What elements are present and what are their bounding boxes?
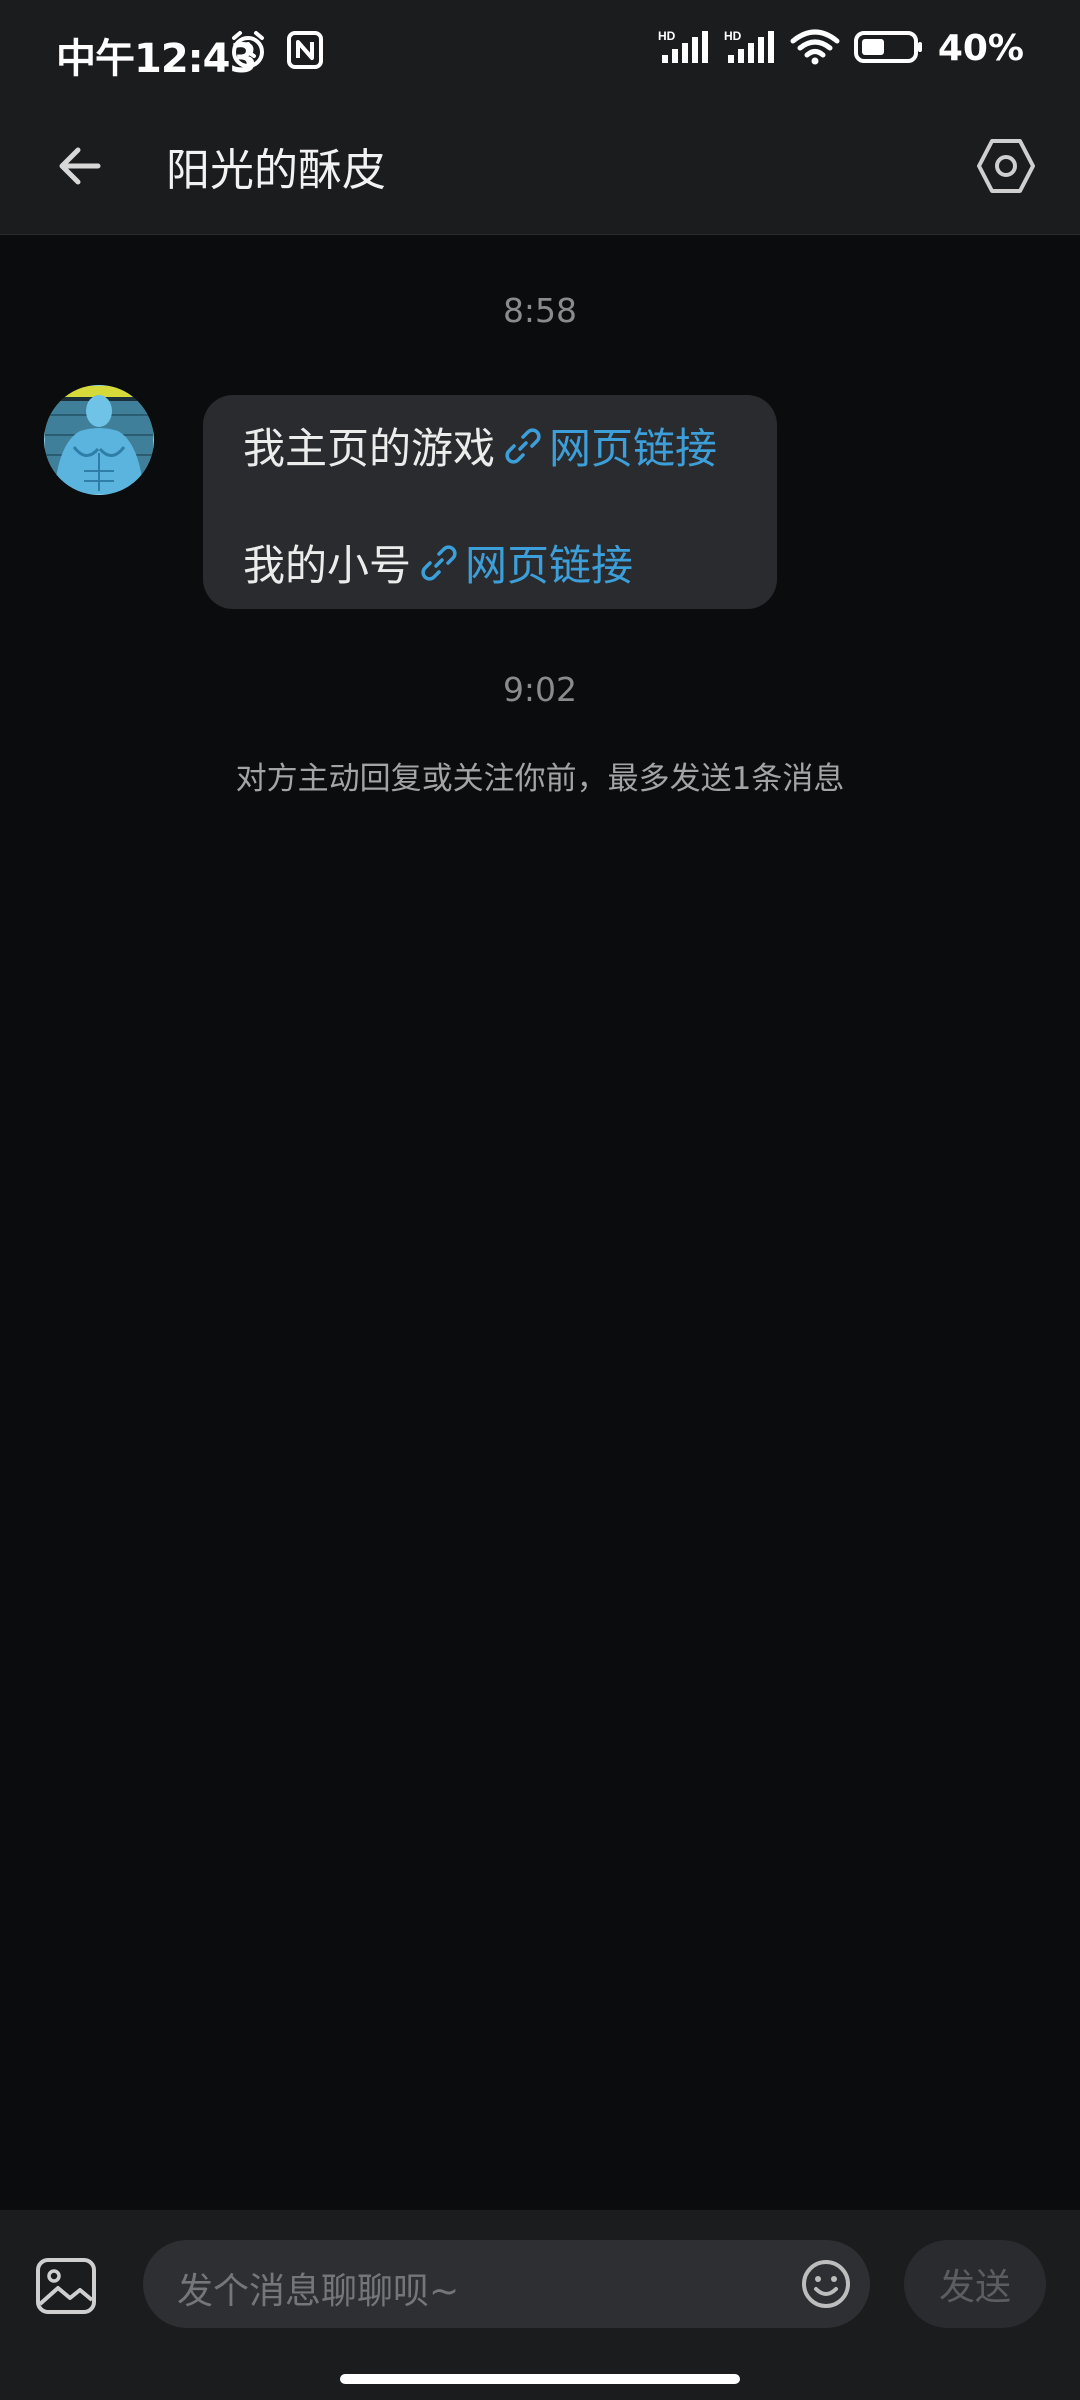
link-icon — [419, 543, 459, 583]
chat-screen: 中午12:43 HD HD 40% 阳光的酥皮 8:58 我主页的游戏 网页链接… — [0, 0, 1080, 2400]
signal-hd-icon: HD — [724, 29, 776, 69]
status-left-icons — [228, 30, 324, 74]
status-bar: 中午12:43 HD HD 40% — [0, 0, 1080, 106]
message-text: 我的小号 — [243, 541, 412, 590]
wifi-icon — [790, 29, 840, 69]
home-indicator[interactable] — [340, 2374, 740, 2384]
settings-hexagon-icon — [976, 136, 1036, 200]
back-button[interactable] — [40, 128, 120, 208]
web-link[interactable]: 网页链接 — [549, 415, 717, 476]
status-time: 中午12:43 — [56, 36, 257, 82]
chat-title: 阳光的酥皮 — [166, 145, 386, 196]
input-bar: 发个消息聊聊呗~ 发送 — [0, 2210, 1080, 2400]
chat-header: 阳光的酥皮 — [0, 106, 1080, 235]
svg-text:HD: HD — [658, 29, 676, 43]
image-icon — [34, 2258, 98, 2322]
message-line: 我主页的游戏 网页链接 — [243, 415, 717, 476]
signal-hd-icon: HD — [658, 29, 710, 69]
system-notice: 对方主动回复或关注你前，最多发送1条消息 — [235, 761, 845, 797]
emoji-button[interactable] — [800, 2258, 852, 2310]
status-right-icons: HD HD 40% — [658, 28, 1024, 69]
message-timestamp: 8:58 — [502, 291, 578, 330]
alarm-icon — [228, 30, 268, 74]
nfc-icon — [286, 30, 324, 74]
emoji-icon — [800, 2260, 852, 2314]
message-input[interactable]: 发个消息聊聊呗~ — [143, 2240, 870, 2328]
chat-area[interactable]: 8:58 我主页的游戏 网页链接 我的小号 网页链接 9:02 对方主动回复或关… — [0, 235, 1080, 2210]
svg-text:HD: HD — [724, 29, 742, 43]
message-line: 我的小号 网页链接 — [243, 532, 633, 593]
battery-percent: 40% — [937, 28, 1024, 69]
message-timestamp: 9:02 — [502, 670, 578, 709]
input-placeholder: 发个消息聊聊呗~ — [177, 2271, 460, 2312]
settings-button[interactable] — [962, 124, 1050, 212]
image-button[interactable] — [34, 2254, 98, 2318]
link-icon — [503, 426, 543, 466]
back-arrow-icon — [56, 142, 104, 194]
web-link[interactable]: 网页链接 — [465, 532, 633, 593]
battery-icon — [853, 30, 924, 68]
message-text: 我主页的游戏 — [243, 424, 496, 473]
message-bubble[interactable]: 我主页的游戏 网页链接 我的小号 网页链接 — [203, 395, 777, 609]
send-button[interactable]: 发送 — [904, 2240, 1046, 2328]
avatar[interactable] — [44, 385, 154, 495]
